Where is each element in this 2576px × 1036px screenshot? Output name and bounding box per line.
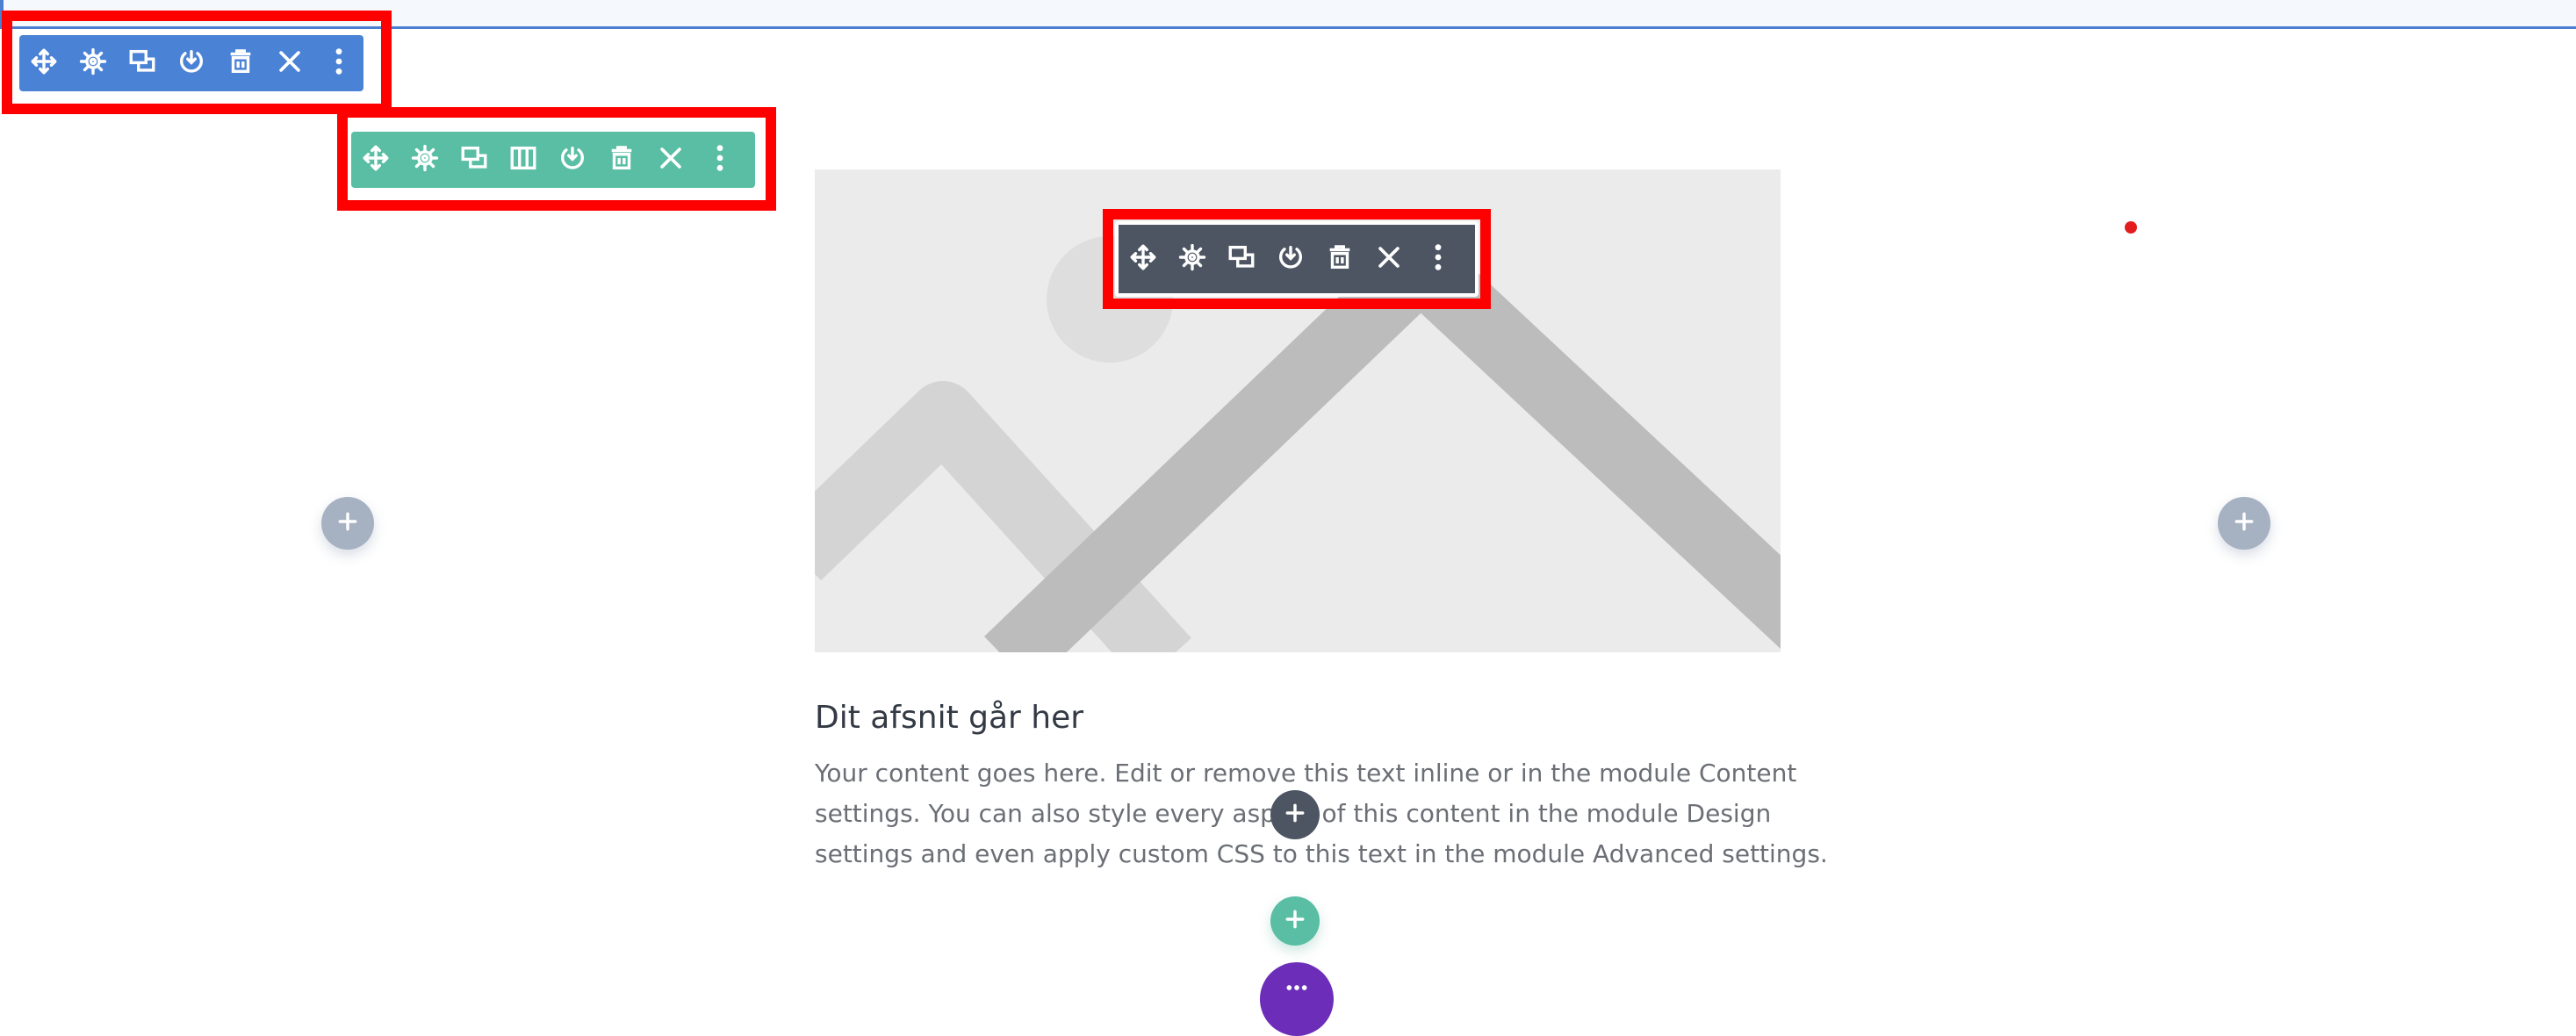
module-settings-button[interactable] [1168, 234, 1217, 284]
row-close-button[interactable] [646, 135, 695, 184]
columns-icon [508, 143, 538, 177]
row-columns-button[interactable] [499, 135, 548, 184]
section-toolbar [19, 35, 363, 91]
more-horizontal-icon [1285, 976, 1308, 1004]
section-move-button[interactable] [19, 39, 68, 88]
module-save-button[interactable] [1266, 234, 1315, 284]
module-delete-button[interactable] [1315, 234, 1364, 284]
trash-icon [1325, 242, 1355, 277]
close-icon [656, 143, 686, 177]
gear-icon [1177, 242, 1207, 277]
module-close-button[interactable] [1364, 234, 1414, 284]
red-dot-marker [2125, 221, 2137, 234]
row-delete-button[interactable] [597, 135, 646, 184]
close-icon [1374, 242, 1404, 277]
section-delete-button[interactable] [216, 39, 265, 88]
add-row-button[interactable] [1270, 896, 1320, 946]
row-toolbar [351, 132, 755, 188]
row-save-button[interactable] [548, 135, 597, 184]
section-more-button[interactable] [314, 39, 363, 88]
duplicate-icon [127, 47, 157, 81]
module-title[interactable]: Dit afsnit går her [815, 700, 1083, 736]
module-body-line: Your content goes here. Edit or remove t… [815, 759, 1797, 788]
gear-icon [410, 143, 440, 177]
row-more-button[interactable] [695, 135, 745, 184]
page-settings-button[interactable] [1260, 962, 1334, 1036]
module-move-button[interactable] [1119, 234, 1168, 284]
save-icon [1276, 242, 1306, 277]
move-icon [1128, 242, 1158, 277]
row-duplicate-button[interactable] [450, 135, 499, 184]
add-module-button[interactable] [1270, 790, 1320, 839]
section-settings-button[interactable] [68, 39, 118, 88]
plus-icon [1284, 908, 1306, 935]
row-move-button[interactable] [351, 135, 400, 184]
save-icon [176, 47, 206, 81]
section-duplicate-button[interactable] [118, 39, 167, 88]
module-body-line: settings and even apply custom CSS to th… [815, 839, 1828, 868]
trash-icon [607, 143, 637, 177]
more-icon [1423, 242, 1453, 277]
plus-icon [2233, 510, 2256, 537]
section-save-button[interactable] [167, 39, 216, 88]
add-column-right-button[interactable] [2218, 497, 2270, 550]
section-close-button[interactable] [265, 39, 314, 88]
save-icon [558, 143, 587, 177]
row-settings-button[interactable] [400, 135, 450, 184]
trash-icon [226, 47, 255, 81]
plus-icon [336, 510, 359, 537]
module-duplicate-button[interactable] [1217, 234, 1266, 284]
move-icon [29, 47, 59, 81]
module-more-button[interactable] [1414, 234, 1463, 284]
module-toolbar [1115, 221, 1479, 297]
gear-icon [78, 47, 108, 81]
more-icon [324, 47, 354, 81]
duplicate-icon [459, 143, 489, 177]
more-icon [705, 143, 735, 177]
plus-icon [1284, 802, 1306, 829]
add-column-left-button[interactable] [321, 497, 374, 550]
move-icon [361, 143, 391, 177]
duplicate-icon [1227, 242, 1256, 277]
close-icon [275, 47, 305, 81]
